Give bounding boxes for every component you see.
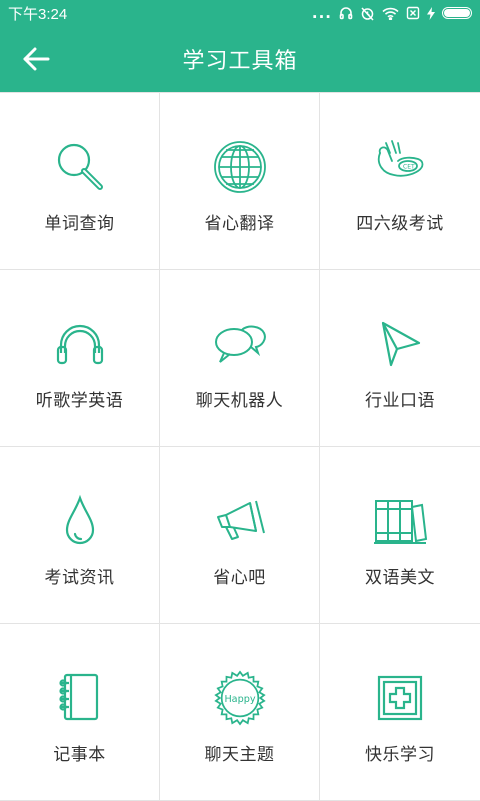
happy-badge-text: Happy bbox=[224, 694, 255, 705]
paper-plane-icon bbox=[372, 316, 428, 372]
status-icons: ... bbox=[312, 4, 472, 22]
magnifier-icon bbox=[52, 139, 108, 195]
tool-chat-robot[interactable]: 聊天机器人 bbox=[160, 270, 320, 447]
tool-label: 聊天机器人 bbox=[195, 391, 284, 411]
water-drop-icon bbox=[52, 493, 108, 549]
notebook-icon bbox=[52, 670, 108, 726]
tool-label: 双语美文 bbox=[365, 568, 435, 588]
tool-label: 听歌学英语 bbox=[35, 391, 124, 411]
tool-label: 省心翻译 bbox=[204, 214, 275, 234]
svg-text:CET: CET bbox=[403, 164, 415, 171]
tool-cet-exam[interactable]: CET 四六级考试 bbox=[320, 93, 480, 270]
tool-industry-speaking[interactable]: 行业口语 bbox=[320, 270, 480, 447]
tool-forum[interactable]: 省心吧 bbox=[160, 447, 320, 624]
charging-icon bbox=[427, 6, 435, 20]
tool-happy-learning[interactable]: 快乐学习 bbox=[320, 624, 480, 801]
megaphone-icon bbox=[212, 493, 268, 549]
wifi-icon bbox=[382, 7, 399, 20]
status-bar: 下午3:24 ... bbox=[0, 0, 480, 26]
battery-icon bbox=[442, 7, 472, 19]
tool-bilingual-articles[interactable]: 双语美文 bbox=[320, 447, 480, 624]
app-bar: 学习工具箱 bbox=[0, 26, 480, 92]
tool-chat-topics[interactable]: Happy 聊天主题 bbox=[160, 624, 320, 801]
tool-exam-news[interactable]: 考试资讯 bbox=[0, 447, 160, 624]
tool-label: 省心吧 bbox=[213, 568, 266, 588]
tool-grid: 单词查询 省心翻译 CET 四六级考试 听歌学英语 聊天机器人 行业口语 考试资… bbox=[0, 92, 480, 801]
tool-label: 聊天主题 bbox=[204, 745, 275, 765]
plus-box-icon bbox=[372, 670, 428, 726]
cet-ok-hand-icon: CET bbox=[372, 139, 428, 195]
books-icon bbox=[372, 493, 428, 549]
tool-word-lookup[interactable]: 单词查询 bbox=[0, 93, 160, 270]
tool-notebook[interactable]: 记事本 bbox=[0, 624, 160, 801]
tool-translate[interactable]: 省心翻译 bbox=[160, 93, 320, 270]
chat-bubbles-icon bbox=[212, 316, 268, 372]
mute-alarm-icon bbox=[361, 6, 374, 21]
tool-label: 快乐学习 bbox=[365, 745, 435, 765]
tool-label: 记事本 bbox=[53, 745, 106, 765]
tool-label: 单词查询 bbox=[44, 214, 115, 234]
page-title: 学习工具箱 bbox=[182, 49, 298, 74]
headphones-icon bbox=[52, 316, 108, 372]
no-sim-icon bbox=[406, 6, 420, 20]
headphone-status-icon bbox=[339, 7, 353, 20]
tool-label: 考试资讯 bbox=[44, 568, 115, 588]
more-dots-icon: ... bbox=[311, 4, 332, 22]
globe-icon bbox=[212, 139, 268, 195]
tool-label: 行业口语 bbox=[365, 391, 435, 411]
happy-badge-icon: Happy bbox=[212, 670, 268, 726]
tool-music-english[interactable]: 听歌学英语 bbox=[0, 270, 160, 447]
status-time: 下午3:24 bbox=[8, 5, 68, 23]
tool-label: 四六级考试 bbox=[356, 214, 444, 234]
